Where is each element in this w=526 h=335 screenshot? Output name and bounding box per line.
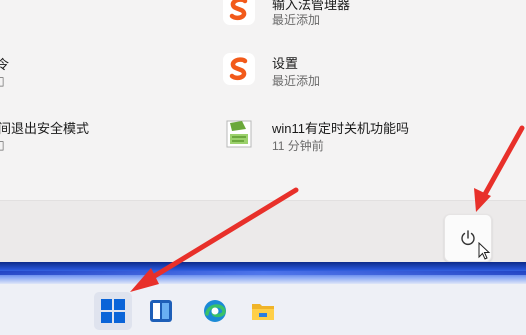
recommended-item-subtitle: ▯ — [0, 138, 5, 152]
edge-button[interactable] — [196, 292, 234, 330]
windows-start-icon — [101, 299, 125, 323]
widgets-icon — [150, 300, 172, 322]
start-button[interactable] — [94, 292, 132, 330]
recommended-item-title: win11有定时关机功能吗 — [272, 121, 410, 136]
text-document-icon — [222, 117, 256, 151]
widgets-button[interactable] — [142, 292, 180, 330]
recommended-item-subtitle: 最近添加 — [272, 13, 321, 27]
mouse-cursor-icon — [478, 242, 491, 260]
taskbar — [0, 284, 526, 335]
recommended-item-title: 间退出安全模式 — [0, 121, 90, 136]
sogou-icon — [222, 0, 256, 26]
sogou-icon — [222, 52, 256, 86]
recommended-item-subtitle: 最近添加 — [272, 74, 321, 88]
edge-browser-icon — [204, 300, 226, 322]
power-icon — [461, 230, 475, 245]
folder-icon — [252, 304, 274, 320]
recommended-item-subtitle: ▯ — [0, 74, 5, 88]
desktop-wallpaper-streak — [0, 271, 526, 275]
recommended-item-title: 令 — [0, 57, 10, 72]
start-menu: 令 ▯ 间退出安全模式 ▯ 输入法管理器 最近添加 设置 最近添加 win11有… — [0, 0, 526, 271]
recommended-item-title: 设置 — [272, 56, 299, 71]
file-explorer-button[interactable] — [244, 292, 282, 330]
recommended-item-subtitle: 11 分钟前 — [272, 139, 324, 153]
